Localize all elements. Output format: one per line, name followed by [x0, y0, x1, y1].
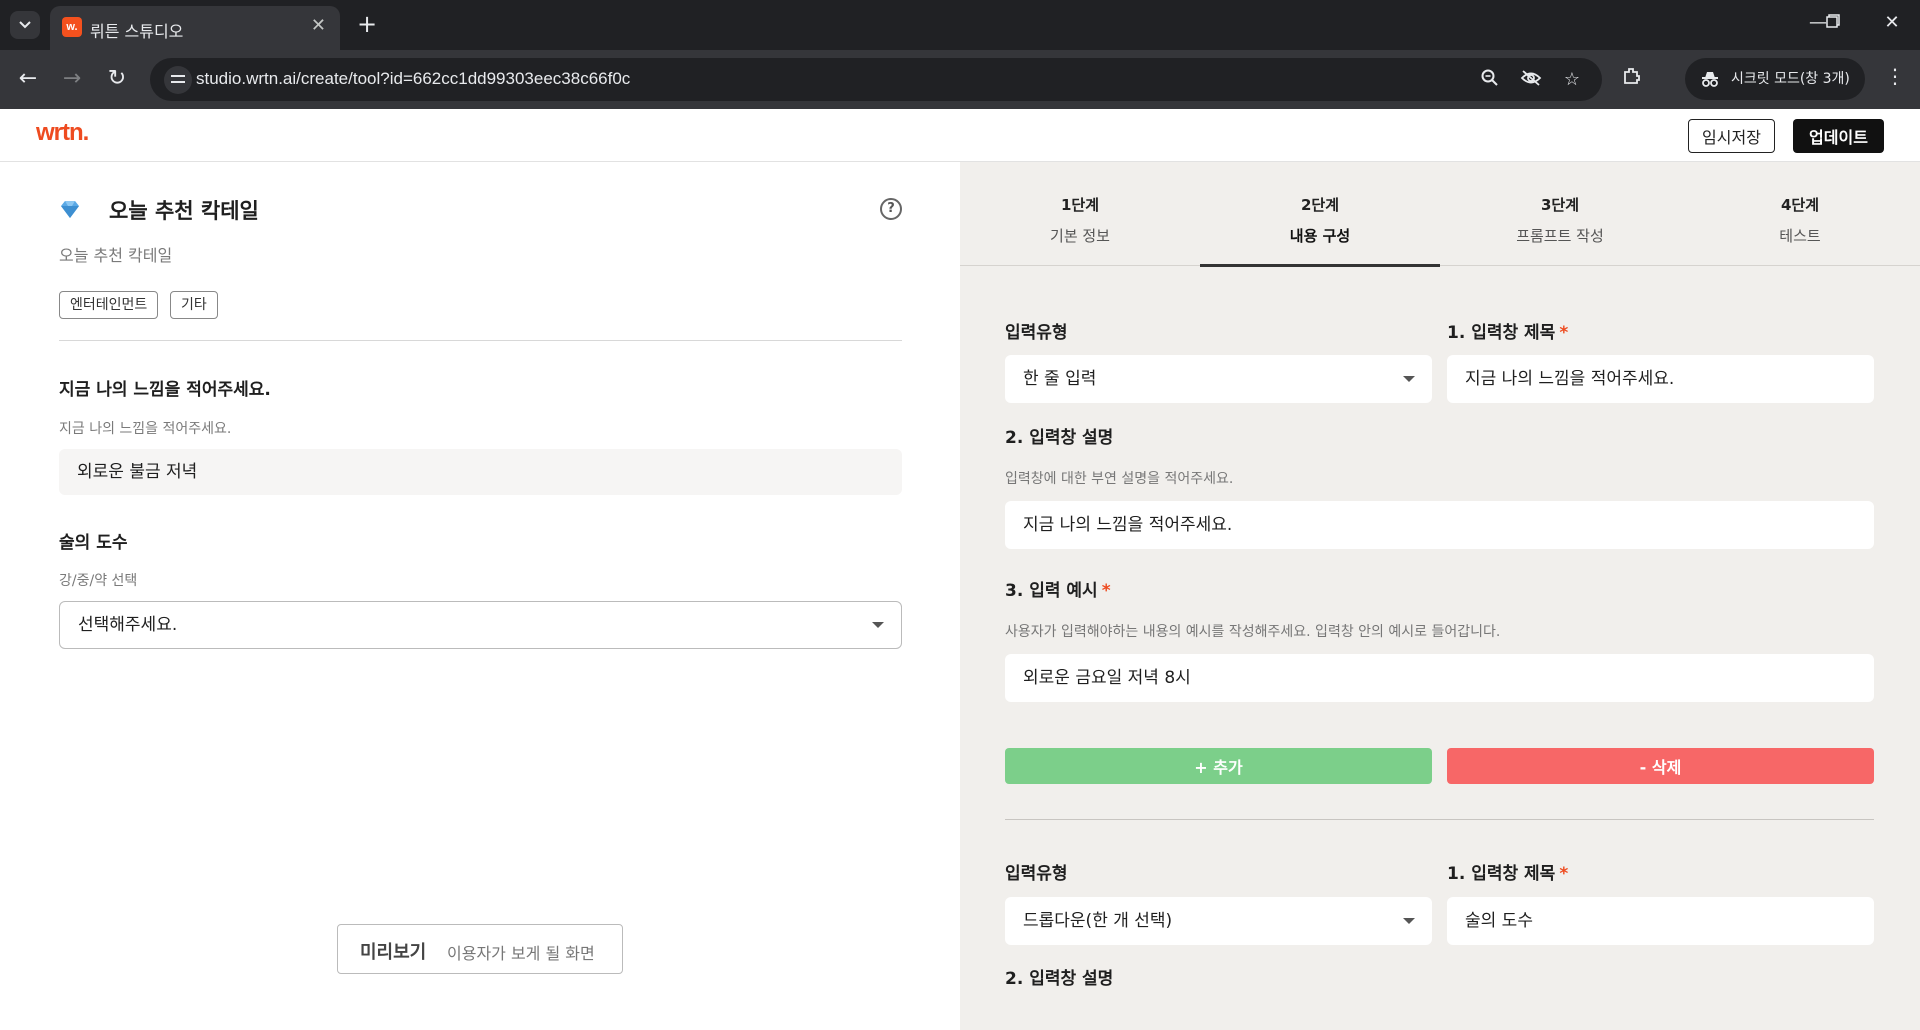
url-text[interactable]: studio.wrtn.ai/create/tool?id=662cc1dd99…	[196, 69, 630, 89]
input-desc-sub: 입력창에 대한 부연 설명을 적어주세요.	[1005, 471, 1234, 487]
diamond-icon	[61, 201, 79, 218]
new-tab-button[interactable]: +	[352, 10, 382, 40]
update-button[interactable]: 업데이트	[1793, 119, 1884, 153]
input-title-label-text: 1. 입력창 제목	[1447, 864, 1556, 884]
required-mark: *	[1559, 864, 1569, 884]
step-tab-2[interactable]: 2단계 내용 구성	[1200, 162, 1440, 267]
bookmark-star-icon[interactable]: ☆	[1561, 69, 1583, 91]
step-tab-3[interactable]: 3단계 프롬프트 작성	[1440, 162, 1680, 266]
input-type-select[interactable]: 한 줄 입력	[1005, 355, 1432, 403]
preview-panel: 오늘 추천 칵테일 ? 오늘 추천 칵테일 엔터테인먼트 기타 지금 나의 느낌…	[0, 162, 960, 1030]
preview-sublabel: 이용자가 보게 될 화면	[447, 944, 595, 963]
tool-description: 오늘 추천 칵테일	[59, 246, 173, 265]
input-type-label: 입력유형	[1005, 323, 1068, 343]
tag-etc: 기타	[170, 291, 218, 319]
chevron-down-icon	[19, 21, 31, 29]
input-example-field[interactable]: 외로운 금요일 저녁 8시	[1005, 654, 1874, 702]
step-number: 4단계	[1780, 196, 1820, 214]
input-example-sub: 사용자가 입력해야하는 내용의 예시를 작성해주세요. 입력창 안의 예시로 들…	[1005, 624, 1501, 640]
incognito-label: 시크릿 모드(창 3개)	[1731, 71, 1850, 87]
chevron-down-icon	[1403, 376, 1415, 382]
close-tab-icon[interactable]: ✕	[311, 15, 326, 36]
tag-entertainment: 엔터테인먼트	[59, 291, 159, 319]
step-name: 기본 정보	[1050, 227, 1110, 245]
editor-panel: 1단계 기본 정보 2단계 내용 구성 3단계 프롬프트 작성 4단계 테스트 …	[960, 162, 1920, 1030]
step-tabs: 1단계 기본 정보 2단계 내용 구성 3단계 프롬프트 작성 4단계 테스트	[960, 162, 1920, 267]
feeling-input[interactable]: 외로운 불금 저녁	[59, 449, 902, 495]
divider	[1005, 819, 1874, 820]
incognito-indicator[interactable]: 시크릿 모드(창 3개)	[1685, 58, 1865, 100]
required-mark: *	[1559, 323, 1569, 343]
input-desc-label: 2. 입력창 설명	[1005, 428, 1114, 448]
step-number: 3단계	[1540, 196, 1580, 214]
add-button[interactable]: + 추가	[1005, 748, 1432, 784]
input-example-label-text: 3. 입력 예시	[1005, 581, 1098, 601]
divider	[59, 340, 902, 341]
tab-search-button[interactable]	[10, 11, 40, 39]
eye-off-icon[interactable]	[1520, 69, 1542, 91]
input-type-value: 한 줄 입력	[1023, 369, 1097, 389]
required-mark: *	[1101, 581, 1111, 601]
chevron-down-icon	[872, 622, 884, 628]
field-label-feeling: 지금 나의 느낌을 적어주세요.	[59, 380, 271, 400]
wrtn-favicon-icon: w.	[62, 17, 82, 37]
help-icon[interactable]: ?	[880, 198, 902, 220]
input-desc-label: 2. 입력창 설명	[1005, 969, 1114, 989]
close-window-icon[interactable]: ✕	[1877, 12, 1907, 33]
browser-toolbar: ← → ↻ studio.wrtn.ai/create/tool?id=662c…	[0, 50, 1920, 109]
input-type-select[interactable]: 드롭다운(한 개 선택)	[1005, 897, 1432, 945]
address-bar[interactable]: studio.wrtn.ai/create/tool?id=662cc1dd99…	[150, 58, 1602, 101]
input-title-label: 1. 입력창 제목 *	[1447, 318, 1568, 343]
input-title-label: 1. 입력창 제목 *	[1447, 859, 1568, 884]
restore-icon[interactable]	[1818, 12, 1848, 33]
field-sub-feeling: 지금 나의 느낌을 적어주세요.	[59, 421, 232, 437]
strength-select[interactable]: 선택해주세요.	[59, 601, 902, 649]
step-tab-4[interactable]: 4단계 테스트	[1680, 162, 1920, 266]
back-icon[interactable]: ←	[14, 66, 42, 94]
input-example-label: 3. 입력 예시 *	[1005, 576, 1111, 601]
temp-save-button[interactable]: 임시저장	[1688, 119, 1775, 153]
site-info-icon[interactable]	[164, 66, 192, 94]
step-number: 2단계	[1300, 196, 1340, 214]
input-desc-field[interactable]: 지금 나의 느낌을 적어주세요.	[1005, 501, 1874, 549]
step-name: 프롬프트 작성	[1516, 227, 1604, 245]
tab-title: 뤼튼 스튜디오	[90, 22, 184, 41]
step-number: 1단계	[1060, 196, 1100, 214]
chevron-down-icon	[1403, 918, 1415, 924]
delete-button[interactable]: - 삭제	[1447, 748, 1874, 784]
reload-icon[interactable]: ↻	[103, 66, 131, 94]
input-type-value: 드롭다운(한 개 선택)	[1023, 911, 1173, 931]
step-name: 테스트	[1779, 227, 1821, 245]
incognito-icon	[1702, 72, 1718, 87]
wrtn-logo[interactable]: wrtn.	[36, 119, 89, 147]
preview-label: 미리보기	[360, 942, 427, 963]
input-type-label: 입력유형	[1005, 864, 1068, 884]
input-title-field[interactable]: 지금 나의 느낌을 적어주세요.	[1447, 355, 1874, 403]
zoom-icon[interactable]	[1479, 69, 1501, 91]
strength-select-value: 선택해주세요.	[78, 615, 178, 635]
tool-title: 오늘 추천 칵테일	[109, 199, 259, 223]
input-title-label-text: 1. 입력창 제목	[1447, 323, 1556, 343]
app-header: wrtn. 임시저장 업데이트	[0, 109, 1920, 162]
forward-icon[interactable]: →	[58, 66, 86, 94]
more-menu-icon[interactable]: ⋮	[1885, 64, 1905, 88]
extensions-icon[interactable]	[1622, 66, 1642, 91]
browser-tab-bar: w. 뤼튼 스튜디오 ✕ + — ✕	[0, 0, 1920, 50]
preview-button[interactable]: 미리보기 이용자가 보게 될 화면	[337, 924, 623, 974]
field-sub-strength: 강/중/약 선택	[59, 573, 138, 589]
step-name: 내용 구성	[1289, 227, 1351, 245]
input-title-field[interactable]: 술의 도수	[1447, 897, 1874, 945]
browser-tab[interactable]: w. 뤼튼 스튜디오 ✕	[50, 6, 340, 50]
step-tab-1[interactable]: 1단계 기본 정보	[960, 162, 1200, 266]
field-label-strength: 술의 도수	[59, 533, 128, 553]
